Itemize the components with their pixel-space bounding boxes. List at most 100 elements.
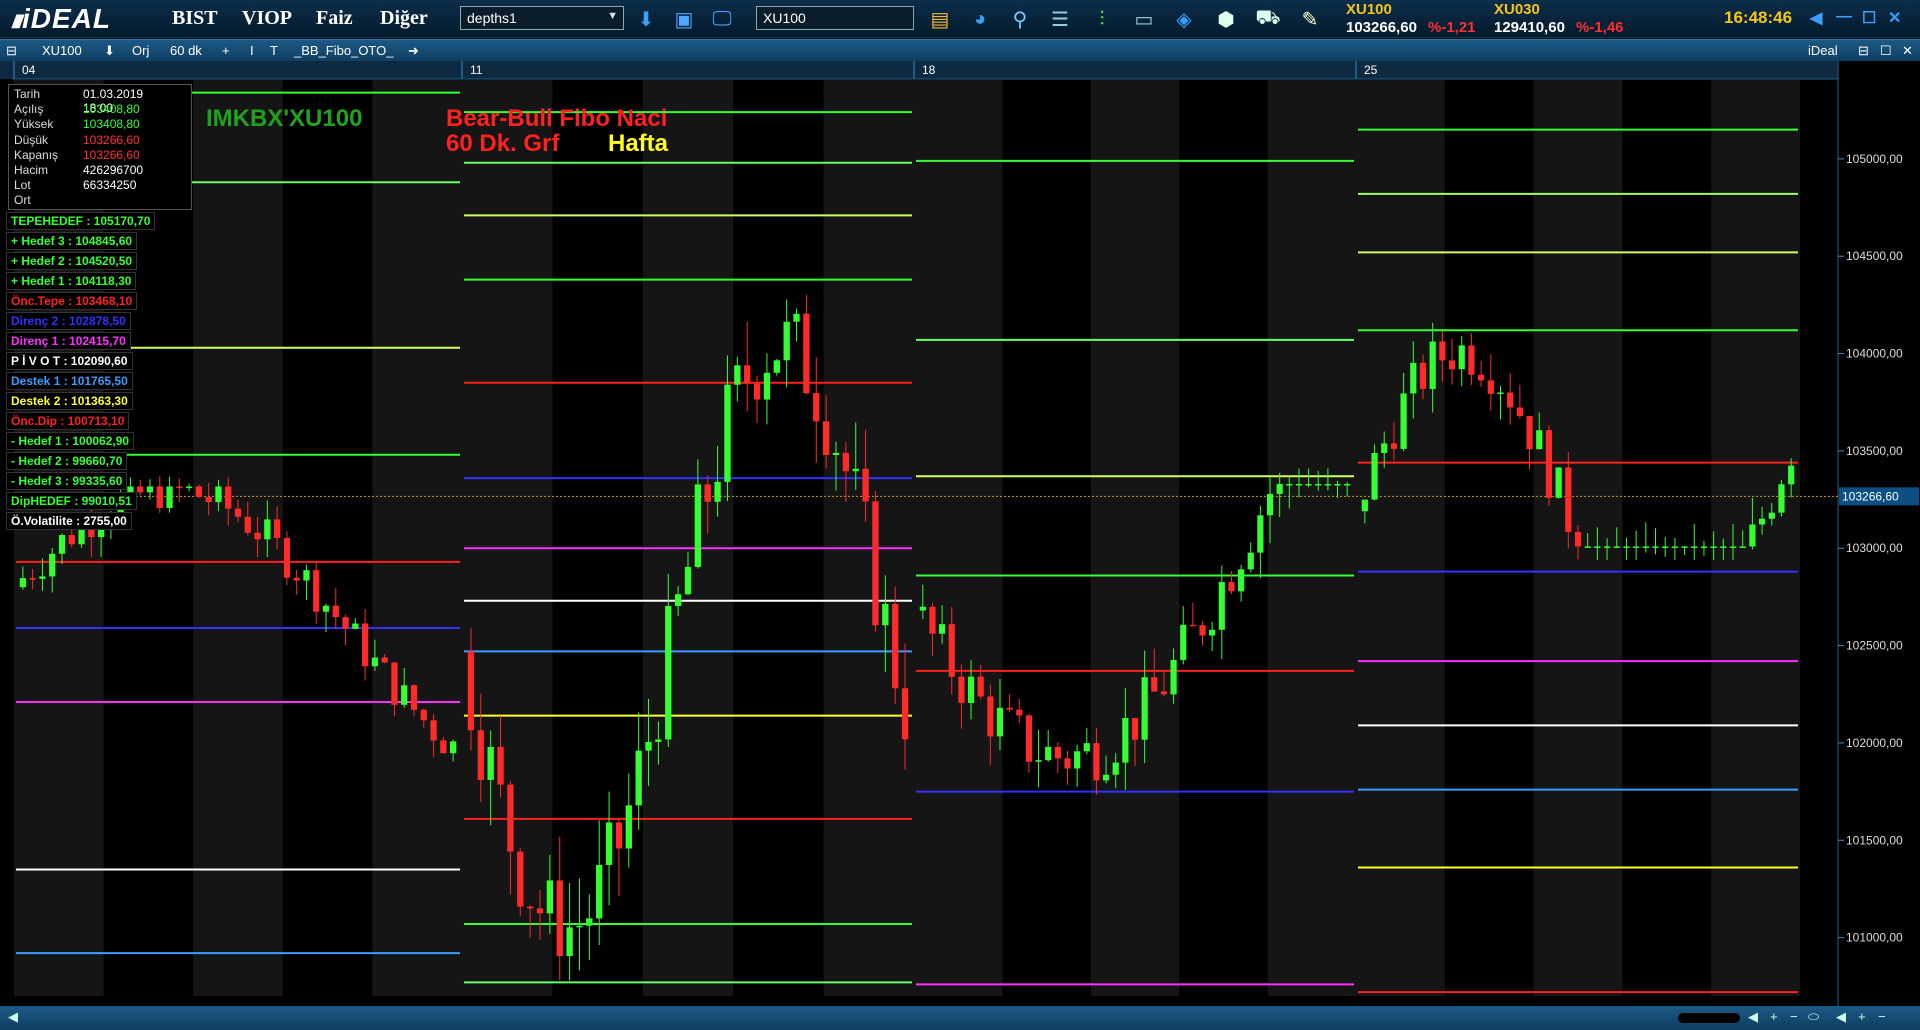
menu-viop[interactable]: VIOP — [242, 7, 292, 30]
candle-body — [536, 908, 544, 914]
download-icon[interactable]: ⬇ — [632, 6, 660, 32]
candle-body — [655, 739, 662, 742]
last-price-label: 103266,60 — [1842, 489, 1899, 503]
candle-body — [1662, 546, 1669, 548]
toolbar-text[interactable]: T — [270, 43, 278, 58]
candle-body — [440, 740, 447, 754]
candle-body — [783, 321, 790, 361]
price-tick-label: 104500,00 — [1846, 249, 1903, 263]
price-chart[interactable]: 04 11 18 25 101000,00 101500,00 102000,00 10250… — [0, 61, 1920, 1006]
quote-symbol-1[interactable]: XU100 — [1346, 1, 1392, 18]
toolbar-add[interactable]: + — [222, 43, 230, 58]
candle-body — [264, 519, 271, 540]
quote-symbol-2[interactable]: XU030 — [1494, 1, 1540, 18]
pie-chart-icon[interactable]: ◕ — [966, 6, 994, 32]
fit-icon[interactable]: ⬭ — [1808, 1009, 1819, 1025]
candle-body — [1468, 345, 1475, 375]
collapse-icon[interactable]: ⊟ — [6, 43, 17, 59]
zoom-in-2-icon[interactable]: + — [1858, 1009, 1866, 1024]
info-key: Lot — [14, 178, 31, 193]
toolbar-symbol[interactable]: XU100 — [42, 43, 82, 58]
level-label: + Hedef 1 : 104118,30 — [6, 272, 137, 290]
level-label: Ö.Volatilite : 2755,00 — [6, 512, 132, 530]
candle-body — [283, 537, 291, 578]
candle-body — [234, 508, 242, 517]
back-button[interactable]: ◀ — [1810, 8, 1822, 28]
scroll-thumb[interactable] — [1678, 1013, 1740, 1023]
cart-icon[interactable]: ⛟ — [1254, 6, 1282, 32]
price-tick-label: 102500,00 — [1846, 639, 1903, 653]
minimize-button[interactable]: — — [1836, 8, 1852, 26]
scroll-back-icon[interactable]: ◀ — [1748, 1009, 1758, 1025]
monitor-icon[interactable]: 🖵 — [708, 6, 736, 32]
chart-close-button[interactable]: ✕ — [1902, 43, 1913, 59]
page-select[interactable]: depths1 ▼ — [460, 6, 624, 30]
date-tick-label: 25 — [1364, 63, 1378, 77]
zoom-in-icon[interactable]: + — [1770, 1009, 1778, 1024]
menu-bist[interactable]: BIST — [172, 7, 218, 30]
candle-body — [1315, 484, 1322, 486]
broom-icon[interactable]: ✎ — [1296, 6, 1324, 32]
candle-body — [391, 662, 398, 705]
window-icon[interactable]: ▭ — [1130, 6, 1158, 32]
chart-window-title: iDeal — [1808, 43, 1838, 58]
info-value: 103408,80 — [83, 117, 140, 132]
menu-faiz[interactable]: Faiz — [316, 7, 353, 30]
zoom-out-2-icon[interactable]: − — [1878, 1009, 1886, 1024]
menu-diger[interactable]: Diğer — [380, 7, 428, 30]
toolbar-indicator[interactable]: I — [250, 43, 254, 58]
scroll-back-2-icon[interactable]: ◀ — [1836, 1009, 1846, 1025]
candle-body — [1439, 341, 1446, 361]
info-key: Yüksek — [14, 117, 54, 132]
candle-body — [1035, 760, 1042, 762]
candle-body — [1536, 430, 1543, 450]
chart-maximize-button[interactable]: ☐ — [1880, 43, 1892, 59]
info-key: Tarih — [14, 87, 41, 101]
candle-body — [773, 360, 780, 373]
cube-icon[interactable]: ⬢ — [1212, 6, 1240, 32]
toolbar-interval[interactable]: 60 dk — [170, 43, 202, 58]
candle-body — [1526, 416, 1533, 450]
close-button[interactable]: ✕ — [1888, 8, 1901, 28]
toolbar-orj[interactable]: Orj — [132, 43, 149, 58]
level-label: Önc.Dip : 100713,10 — [6, 412, 130, 430]
candle-body — [1652, 546, 1659, 548]
candle-body — [332, 605, 339, 618]
scroll-left-icon[interactable]: ◀ — [8, 1009, 18, 1025]
books-icon[interactable]: ◈ — [1170, 6, 1198, 32]
candles-icon[interactable]: ⫶ — [1088, 6, 1116, 32]
chart-area[interactable]: 04 11 18 25 101000,00 101500,00 102000,00 10250… — [0, 61, 1920, 1006]
candle-body — [303, 570, 310, 581]
horizontal-scrollbar[interactable]: ◀ ◀ + − ⬭ ◀ + − — [0, 1006, 1920, 1030]
candle-body — [507, 784, 514, 852]
candle-body — [1151, 677, 1158, 692]
zoom-out-icon[interactable]: − — [1790, 1009, 1798, 1024]
candle-body — [1623, 546, 1630, 548]
price-tick-label: 103500,00 — [1846, 444, 1903, 458]
day-band — [642, 80, 734, 996]
chart-minimize-button[interactable]: ⊟ — [1858, 43, 1869, 59]
candle-body — [1749, 524, 1756, 547]
chevron-down-icon: ▼ — [607, 10, 618, 22]
candle-body — [1758, 518, 1766, 525]
candle-body — [58, 535, 66, 554]
candle-body — [205, 497, 212, 503]
day-band — [1090, 80, 1180, 996]
folder-icon[interactable]: ▤ — [926, 6, 954, 32]
toolbar-download-icon[interactable]: ⬇ — [104, 43, 115, 59]
symbol-input[interactable]: XU100 — [756, 6, 914, 30]
toolbar-system[interactable]: _BB_Fibo_OTO_ — [294, 43, 393, 58]
clock: 16:48:46 — [1724, 8, 1793, 27]
candle-body — [958, 676, 965, 703]
list-icon[interactable]: ☰ — [1046, 6, 1074, 32]
candle-body — [714, 481, 721, 502]
search-icon[interactable]: ⚲ — [1006, 6, 1034, 32]
day-band — [823, 80, 914, 996]
page-select-value: depths1 — [467, 10, 517, 26]
maximize-button[interactable]: ☐ — [1862, 8, 1876, 28]
candle-body — [401, 685, 408, 705]
toolbar-run[interactable]: ➜ — [408, 43, 419, 59]
save-icon[interactable]: ▣ — [670, 6, 698, 32]
candle-body — [1507, 392, 1514, 408]
candle-body — [39, 576, 46, 579]
